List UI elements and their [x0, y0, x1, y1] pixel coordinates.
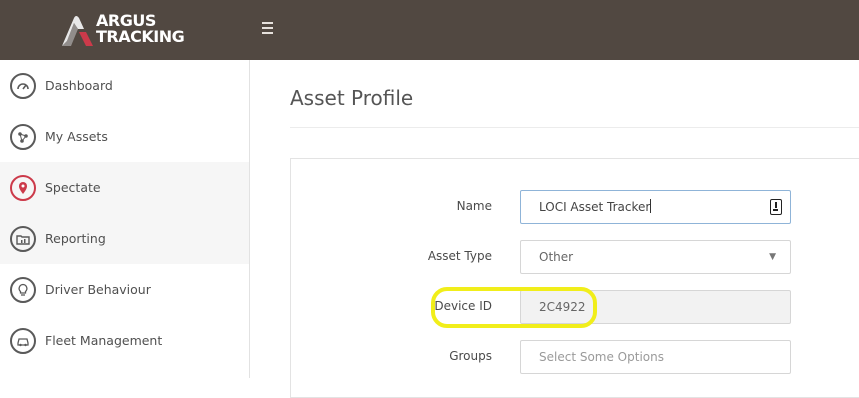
gauge-icon — [10, 72, 36, 99]
sidebar-item-driver-behaviour[interactable]: Driver Behaviour — [0, 264, 249, 315]
asset-type-select[interactable]: Other ▼ — [520, 240, 791, 274]
name-value: LOCI Asset Tracker — [539, 200, 651, 214]
name-row: Name LOCI Asset Tracker — [291, 190, 851, 224]
asset-profile-panel: Name LOCI Asset Tracker Asset Type Other… — [290, 158, 859, 398]
sidebar-item-dashboard[interactable]: Dashboard — [0, 60, 249, 111]
device-id-row: Device ID 2C4922 — [291, 290, 851, 324]
network-icon — [10, 123, 36, 150]
logo-mark-icon — [62, 16, 93, 46]
device-id-label: Device ID — [434, 299, 492, 313]
main-content: Asset Profile Name LOCI Asset Tracker As… — [251, 60, 859, 398]
sidebar-item-spectate[interactable]: Spectate — [0, 162, 249, 213]
password-manager-icon[interactable] — [770, 199, 782, 215]
asset-type-label: Asset Type — [427, 249, 492, 263]
groups-placeholder: Select Some Options — [539, 350, 664, 364]
asset-type-row: Asset Type Other ▼ — [291, 240, 851, 274]
name-field[interactable]: LOCI Asset Tracker — [520, 190, 791, 224]
device-id-value: 2C4922 — [539, 300, 586, 314]
sidebar-item-label: Driver Behaviour — [45, 282, 151, 297]
logo-wordmark: ARGUS TRACKING — [96, 13, 185, 46]
sidebar-item-fleet-management[interactable]: Fleet Management — [0, 315, 249, 366]
sidebar-item-label: Fleet Management — [45, 333, 163, 348]
sidebar-item-reporting[interactable]: Reporting — [0, 213, 249, 264]
argus-tracking-logo[interactable]: ARGUS TRACKING — [60, 12, 200, 48]
page-title: Asset Profile — [290, 86, 414, 110]
sidebar-item-label: Reporting — [45, 231, 106, 246]
chevron-down-icon: ▼ — [769, 252, 776, 262]
name-label: Name — [456, 199, 492, 213]
car-icon — [10, 327, 36, 354]
sidebar-item-label: My Assets — [45, 129, 108, 144]
sidebar: Dashboard My Assets Spectate Reporting D… — [0, 60, 250, 378]
groups-label: Groups — [449, 349, 492, 363]
folder-chart-icon — [10, 225, 36, 252]
hamburger-icon[interactable] — [262, 22, 278, 38]
title-divider — [290, 127, 859, 128]
sidebar-item-label: Dashboard — [45, 78, 113, 93]
sidebar-item-my-assets[interactable]: My Assets — [0, 111, 249, 162]
sidebar-item-label: Spectate — [45, 180, 101, 195]
map-pin-icon — [10, 174, 36, 201]
top-bar: ARGUS TRACKING — [0, 0, 859, 60]
lightbulb-icon — [10, 276, 36, 303]
device-id-field: 2C4922 — [520, 290, 791, 324]
logo-line-2: TRACKING — [96, 27, 185, 46]
groups-multiselect[interactable]: Select Some Options — [520, 340, 791, 374]
groups-row: Groups Select Some Options — [291, 340, 851, 374]
asset-type-value: Other — [539, 250, 574, 264]
